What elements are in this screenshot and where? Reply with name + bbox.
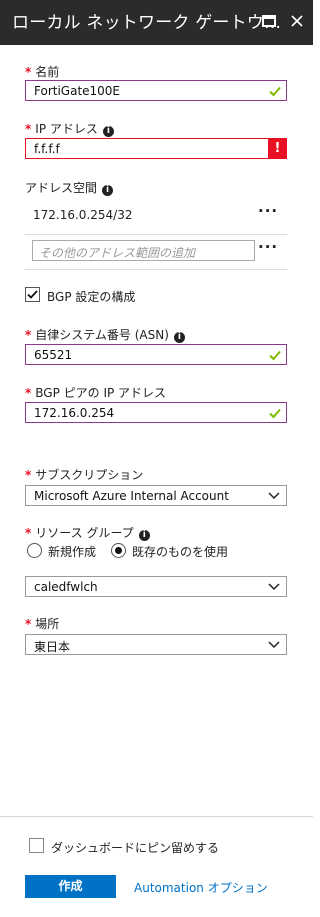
radio-new-label: 新規作成 bbox=[48, 545, 97, 559]
bgp-label: BGP 設定の構成 bbox=[47, 290, 136, 304]
ip-value: f.f.f.f bbox=[34, 142, 60, 156]
more-options-icon[interactable]: ··· bbox=[258, 202, 278, 220]
error-icon: ! bbox=[268, 138, 287, 159]
ip-label: * IP アドレス i bbox=[25, 120, 114, 137]
asn-field[interactable]: 65521 bbox=[25, 344, 287, 365]
name-field[interactable]: FortiGate100E bbox=[25, 80, 287, 101]
valid-check-icon bbox=[269, 350, 281, 361]
location-select[interactable]: 東日本 bbox=[25, 634, 287, 655]
address-space-label-text: アドレス空間 bbox=[25, 181, 98, 195]
radio-new[interactable] bbox=[27, 543, 42, 558]
required-star: * bbox=[25, 617, 32, 631]
subscription-label-text: サブスクリプション bbox=[35, 468, 144, 482]
close-icon[interactable] bbox=[286, 10, 308, 32]
divider bbox=[25, 269, 287, 270]
asn-label: * 自律システム番号 (ASN) i bbox=[25, 326, 185, 343]
info-icon[interactable]: i bbox=[102, 126, 114, 137]
address-range-placeholder: その他のアドレス範囲の追加 bbox=[39, 246, 196, 260]
resource-group-value: caledfwlch bbox=[34, 580, 98, 594]
pin-label: ダッシュボードにピン留めする bbox=[51, 841, 220, 855]
valid-check-icon bbox=[269, 86, 281, 97]
address-space-label: アドレス空間 i bbox=[25, 179, 114, 196]
name-value: FortiGate100E bbox=[34, 84, 121, 98]
subscription-value: Microsoft Azure Internal Account bbox=[34, 489, 229, 503]
chevron-down-icon bbox=[268, 583, 280, 591]
address-range-input[interactable]: その他のアドレス範囲の追加 bbox=[32, 240, 255, 261]
info-icon[interactable]: i bbox=[102, 185, 114, 196]
info-icon[interactable]: i bbox=[138, 530, 150, 541]
blade-title: ローカル ネットワーク ゲートウ… bbox=[12, 13, 282, 33]
radio-existing[interactable] bbox=[111, 543, 126, 558]
name-label-text: 名前 bbox=[35, 65, 60, 79]
location-value: 東日本 bbox=[34, 640, 71, 654]
required-star: * bbox=[25, 328, 32, 342]
asn-label-text: 自律システム番号 (ASN) bbox=[35, 328, 169, 342]
chevron-down-icon bbox=[268, 492, 280, 500]
subscription-select[interactable]: Microsoft Azure Internal Account bbox=[25, 485, 287, 506]
bgp-checkbox[interactable] bbox=[25, 287, 40, 302]
location-label-text: 場所 bbox=[35, 617, 60, 631]
footer-divider bbox=[0, 816, 313, 817]
blade-header: ローカル ネットワーク ゲートウ… bbox=[0, 0, 313, 45]
checkmark-icon bbox=[27, 290, 38, 299]
bgp-peer-value: 172.16.0.254 bbox=[34, 406, 115, 420]
info-icon[interactable]: i bbox=[173, 332, 185, 343]
divider bbox=[25, 234, 287, 235]
pin-checkbox[interactable] bbox=[29, 838, 44, 853]
automation-options-link[interactable]: Automation オプション bbox=[134, 879, 268, 896]
required-star: * bbox=[25, 386, 32, 400]
maximize-icon[interactable] bbox=[258, 10, 280, 32]
bgp-peer-label: * BGP ピアの IP アドレス bbox=[25, 384, 166, 401]
resource-group-label: * リソース グループ i bbox=[25, 524, 150, 541]
address-space-value: 172.16.0.254/32 bbox=[33, 208, 133, 222]
ip-label-text: IP アドレス bbox=[35, 122, 98, 136]
bgp-peer-field[interactable]: 172.16.0.254 bbox=[25, 402, 287, 423]
name-label: * 名前 bbox=[25, 63, 59, 80]
more-options-icon[interactable]: ··· bbox=[258, 238, 278, 256]
valid-check-icon bbox=[269, 408, 281, 419]
chevron-down-icon bbox=[268, 641, 280, 649]
resource-group-select[interactable]: caledfwlch bbox=[25, 576, 287, 597]
asn-value: 65521 bbox=[34, 348, 73, 362]
required-star: * bbox=[25, 526, 32, 540]
required-star: * bbox=[25, 122, 32, 136]
ip-field[interactable]: f.f.f.f ! bbox=[25, 138, 287, 159]
bgp-peer-label-text: BGP ピアの IP アドレス bbox=[35, 386, 167, 400]
create-button[interactable]: 作成 bbox=[25, 875, 116, 898]
required-star: * bbox=[25, 65, 32, 79]
radio-existing-label: 既存のものを使用 bbox=[132, 545, 229, 559]
subscription-label: * サブスクリプション bbox=[25, 466, 143, 483]
location-label: * 場所 bbox=[25, 615, 59, 632]
required-star: * bbox=[25, 468, 32, 482]
resource-group-label-text: リソース グループ bbox=[35, 526, 134, 540]
address-space-row: 172.16.0.254/32 bbox=[25, 204, 287, 236]
